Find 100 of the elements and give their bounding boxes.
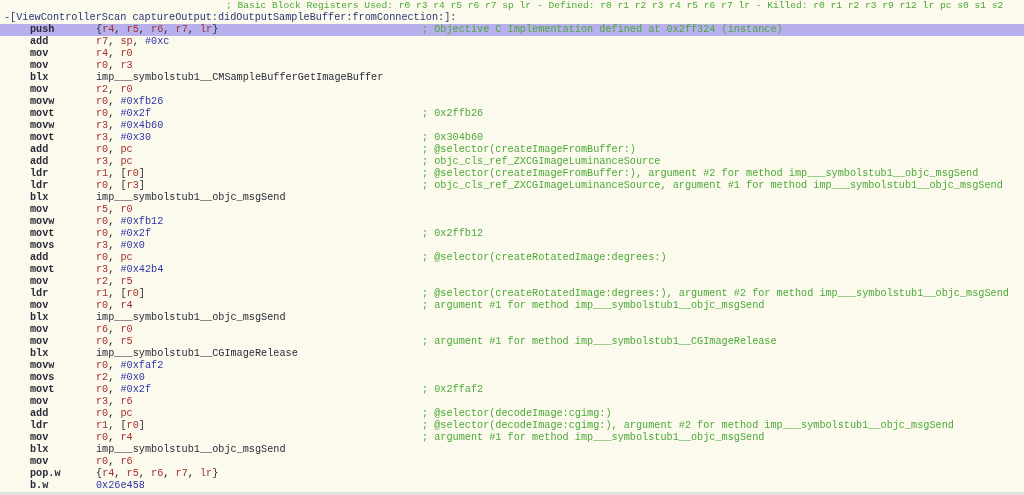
- operands-text: r3, #0x42b4: [96, 264, 165, 276]
- code-line[interactable]: blx imp___symbolstub1__CGImageRelease: [0, 348, 1024, 360]
- mnemonic-text: add: [30, 408, 50, 420]
- comment-text: ; 0x2ffb26: [422, 108, 485, 120]
- code-line[interactable]: add r3, pc ; objc_cls_ref_ZXCGImageLuminanceSource: [0, 156, 1024, 168]
- operands-text: r0, #0x2f: [96, 384, 153, 396]
- code-line[interactable]: movw r3, #0x4b60: [0, 120, 1024, 132]
- mnemonic-text: movt: [30, 384, 56, 396]
- mnemonic-text: mov: [30, 456, 50, 468]
- code-line[interactable]: movt r0, #0x2f ; 0x2ffb12: [0, 228, 1024, 240]
- operands-text: r6, r0: [96, 324, 134, 336]
- mnemonic-text: mov: [30, 300, 50, 312]
- operands-text: r1, [r0]: [96, 288, 146, 300]
- mnemonic-text: ldr: [30, 420, 50, 432]
- operands-text: r3, #0x0: [96, 240, 146, 252]
- operands-text: r0, #0x2f: [96, 228, 153, 240]
- mnemonic-text: mov: [30, 324, 50, 336]
- block-comment-text: ; Basic Block Registers Used: r0 r3 r4 r5 r6 r7 sp lr - Defined: r0 r1 r2 r3 r4 r5 r6 r7 lr - Killed: r0 r1 r2 r3 r9 r12 lr pc s0 s1 s2: [226, 0, 1004, 12]
- mnemonic-text: blx: [30, 192, 50, 204]
- code-line[interactable]: movt r3, #0x30 ; 0x304b60: [0, 132, 1024, 144]
- operands-text: r5, r0: [96, 204, 134, 216]
- code-line[interactable]: ldr r1, [r0] ; @selector(decodeImage:cgimg:), argument #2 for method imp___symbolstub1__objc_msgSend: [0, 420, 1024, 432]
- code-line[interactable]: movt r0, #0x2f ; 0x2ffaf2: [0, 384, 1024, 396]
- operands-text: r0, r3: [96, 60, 134, 72]
- mnemonic-text: b.w: [30, 480, 50, 492]
- mnemonic-text: movs: [30, 240, 56, 252]
- mnemonic-text: ldr: [30, 180, 50, 192]
- operands-text: {r4, r5, r6, r7, lr}: [96, 468, 220, 480]
- code-line[interactable]: blx imp___symbolstub1__objc_msgSend: [0, 444, 1024, 456]
- code-line[interactable]: mov r0, r5 ; argument #1 for method imp___symbolstub1__CGImageRelease: [0, 336, 1024, 348]
- comment-text: ; @selector(createImageFromBuffer:): [422, 144, 637, 156]
- code-line[interactable]: b.w 0x26e458: [0, 480, 1024, 492]
- code-line[interactable]: mov r2, r0: [0, 84, 1024, 96]
- code-line[interactable]: mov r0, r4 ; argument #1 for method imp___symbolstub1__objc_msgSend: [0, 300, 1024, 312]
- code-line[interactable]: mov r2, r5: [0, 276, 1024, 288]
- comment-text: ; 0x2ffb12: [422, 228, 485, 240]
- comment-text: ; argument #1 for method imp___symbolstub1__objc_msgSend: [422, 300, 766, 312]
- code-line[interactable]: movt r3, #0x42b4: [0, 264, 1024, 276]
- operands-text: r0, r6: [96, 456, 134, 468]
- operands-text: r1, [r0]: [96, 168, 146, 180]
- mnemonic-text: mov: [30, 276, 50, 288]
- mnemonic-text: mov: [30, 396, 50, 408]
- comment-text: ; 0x304b60: [422, 132, 485, 144]
- mnemonic-text: mov: [30, 336, 50, 348]
- operands-text: 0x26e458: [96, 480, 146, 492]
- comment-text: ; @selector(createRotatedImage:degrees:), argument #2 for method imp___symbolstub1__objc_msgSend: [422, 288, 1010, 300]
- code-line[interactable]: mov r5, r0: [0, 204, 1024, 216]
- code-line[interactable]: ldr r1, [r0] ; @selector(createImageFromBuffer:), argument #2 for method imp___symbolstub1__objc_msgSend: [0, 168, 1024, 180]
- mnemonic-text: add: [30, 36, 50, 48]
- mnemonic-text: movw: [30, 360, 56, 372]
- comment-text: ; @selector(createRotatedImage:degrees:): [422, 252, 668, 264]
- code-line[interactable]: mov r3, r6: [0, 396, 1024, 408]
- operands-text: imp___symbolstub1__objc_msgSend: [96, 444, 287, 456]
- code-line[interactable]: add r0, pc ; @selector(decodeImage:cgimg:): [0, 408, 1024, 420]
- code-line[interactable]: blx imp___symbolstub1__objc_msgSend: [0, 192, 1024, 204]
- operands-text: imp___symbolstub1__objc_msgSend: [96, 192, 287, 204]
- code-line[interactable]: mov r6, r0: [0, 324, 1024, 336]
- mnemonic-text: pop.w: [30, 468, 62, 480]
- code-line[interactable]: mov r0, r3: [0, 60, 1024, 72]
- mnemonic-text: movw: [30, 216, 56, 228]
- comment-text: ; Objective C Implementation defined at 0x2ff324 (instance): [422, 24, 784, 36]
- operands-text: r0, pc: [96, 252, 134, 264]
- mnemonic-text: add: [30, 252, 50, 264]
- code-line[interactable]: movt r0, #0x2f ; 0x2ffb26: [0, 108, 1024, 120]
- code-line[interactable]: ldr r1, [r0] ; @selector(createRotatedImage:degrees:), argument #2 for method imp___symbolstub1__objc_msgSend: [0, 288, 1024, 300]
- code-line[interactable]: movw r0, #0xfb26: [0, 96, 1024, 108]
- operands-text: r2, r5: [96, 276, 134, 288]
- code-line[interactable]: mov r0, r6: [0, 456, 1024, 468]
- code-line[interactable]: movs r3, #0x0: [0, 240, 1024, 252]
- comment-text: ; argument #1 for method imp___symbolstub1__CGImageRelease: [422, 336, 778, 348]
- comment-text: ; @selector(decodeImage:cgimg:), argument #2 for method imp___symbolstub1__objc_msgSend: [422, 420, 955, 432]
- operands-text: r7, sp, #0xc: [96, 36, 171, 48]
- code-line[interactable]: blx imp___symbolstub1__CMSampleBufferGetImageBuffer: [0, 72, 1024, 84]
- code-line[interactable]: mov r0, r4 ; argument #1 for method imp___symbolstub1__objc_msgSend: [0, 432, 1024, 444]
- mnemonic-text: mov: [30, 48, 50, 60]
- code-line[interactable]: add r0, pc ; @selector(createImageFromBuffer:): [0, 144, 1024, 156]
- operands-text: imp___symbolstub1__CGImageRelease: [96, 348, 299, 360]
- code-line[interactable]: blx imp___symbolstub1__objc_msgSend: [0, 312, 1024, 324]
- comment-text: ; argument #1 for method imp___symbolstub1__objc_msgSend: [422, 432, 766, 444]
- operands-text: r0, #0x2f: [96, 108, 153, 120]
- code-line[interactable]: movs r2, #0x0: [0, 372, 1024, 384]
- code-line[interactable]: movw r0, #0xfb12: [0, 216, 1024, 228]
- operands-text: r0, #0xfaf2: [96, 360, 165, 372]
- code-line[interactable]: mov r4, r0: [0, 48, 1024, 60]
- code-line[interactable]: movw r0, #0xfaf2: [0, 360, 1024, 372]
- comment-text: ; @selector(decodeImage:cgimg:): [422, 408, 613, 420]
- operands-text: imp___symbolstub1__CMSampleBufferGetImageBuffer: [96, 72, 385, 84]
- mnemonic-text: movw: [30, 120, 56, 132]
- operands-text: r3, r6: [96, 396, 134, 408]
- operands-text: r0, r4: [96, 432, 134, 444]
- code-line[interactable]: ldr r0, [r3] ; objc_cls_ref_ZXCGImageLuminanceSource, argument #1 for method imp___symbolstub1__objc_msgSend: [0, 180, 1024, 192]
- code-line[interactable]: add r0, pc ; @selector(createRotatedImage:degrees:): [0, 252, 1024, 264]
- mnemonic-text: mov: [30, 204, 50, 216]
- mnemonic-text: add: [30, 144, 50, 156]
- mnemonic-text: mov: [30, 60, 50, 72]
- operands-text: r0, #0xfb12: [96, 216, 165, 228]
- mnemonic-text: blx: [30, 348, 50, 360]
- code-line[interactable]: add r7, sp, #0xc: [0, 36, 1024, 48]
- mnemonic-text: blx: [30, 72, 50, 84]
- code-line[interactable]: pop.w {r4, r5, r6, r7, lr}: [0, 468, 1024, 480]
